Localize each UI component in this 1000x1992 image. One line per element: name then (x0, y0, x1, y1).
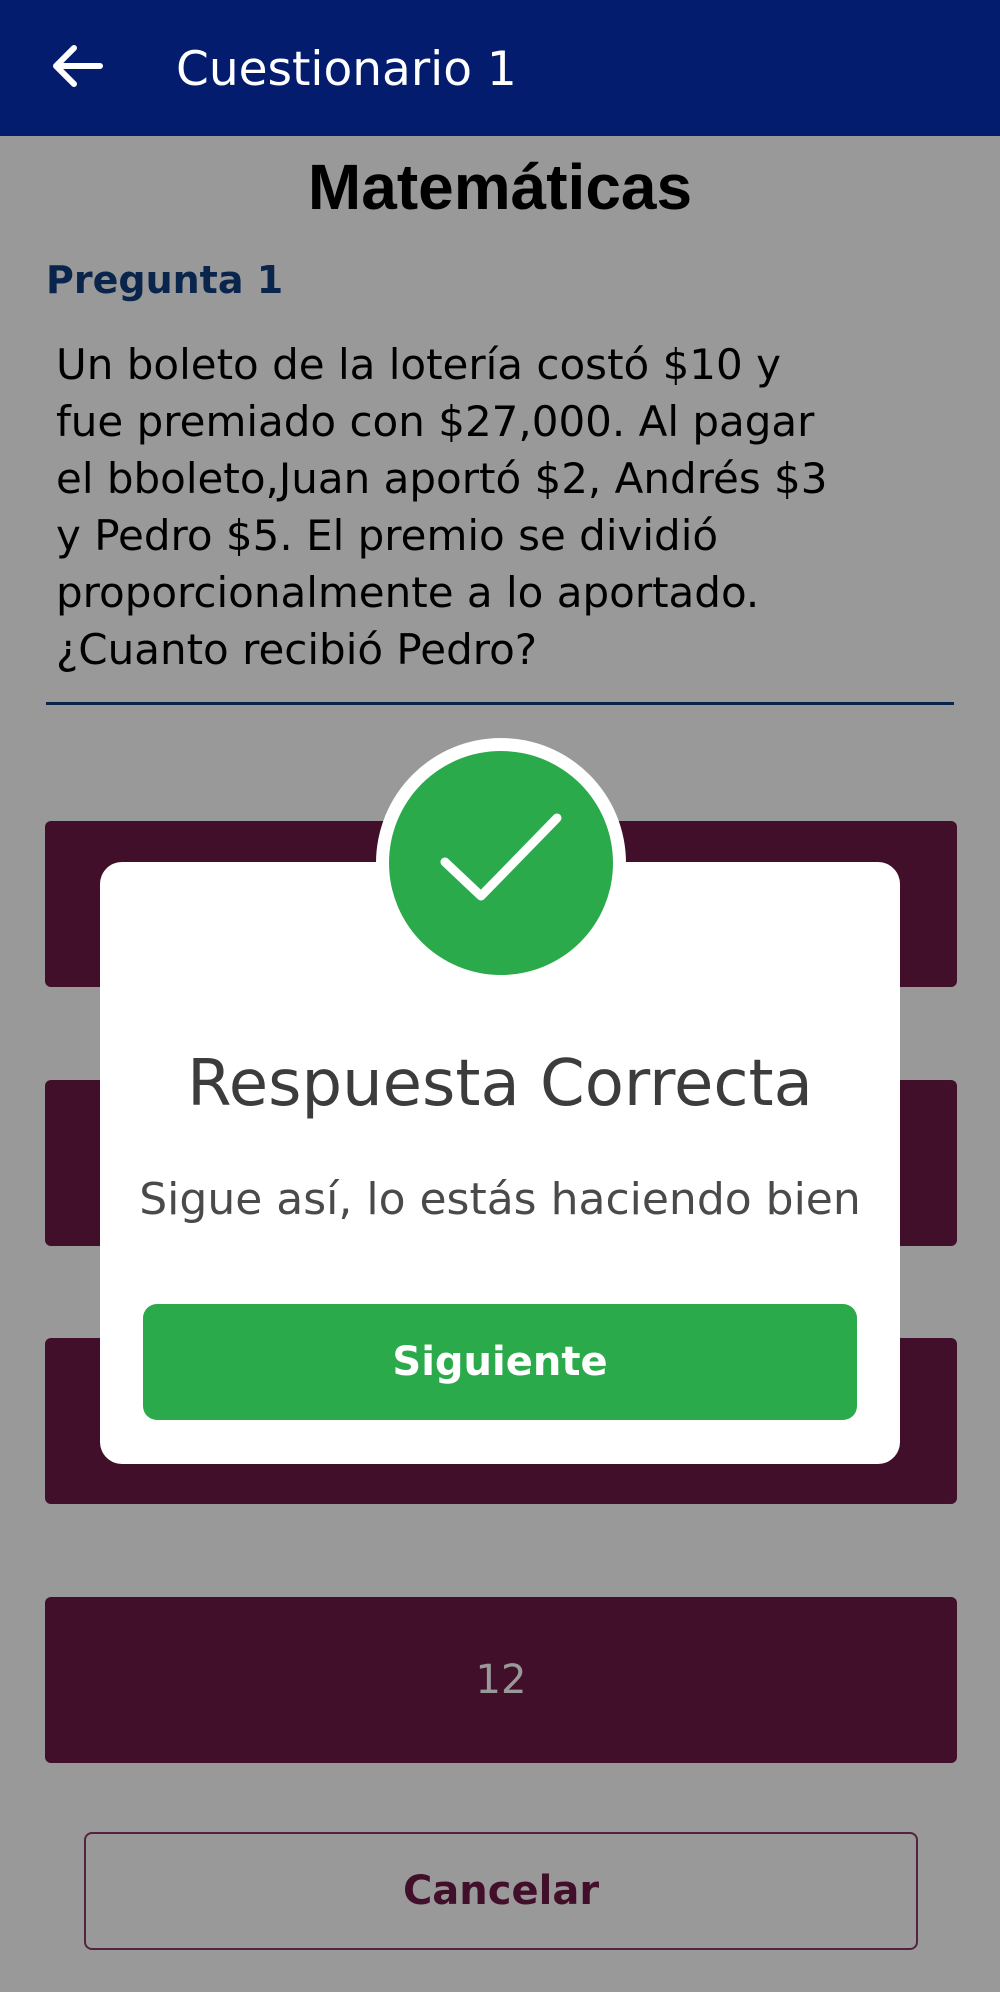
dialog-message: Sigue así, lo estás haciendo bien (139, 1174, 861, 1225)
success-badge (389, 751, 613, 975)
check-icon (431, 806, 571, 921)
page-title: Cuestionario 1 (176, 42, 517, 97)
dialog-title: Respuesta Correcta (187, 1047, 813, 1121)
next-button[interactable]: Siguiente (143, 1304, 857, 1420)
app-bar: Cuestionario 1 (0, 0, 1000, 136)
back-button[interactable] (44, 38, 108, 98)
arrow-left-icon (48, 42, 104, 95)
